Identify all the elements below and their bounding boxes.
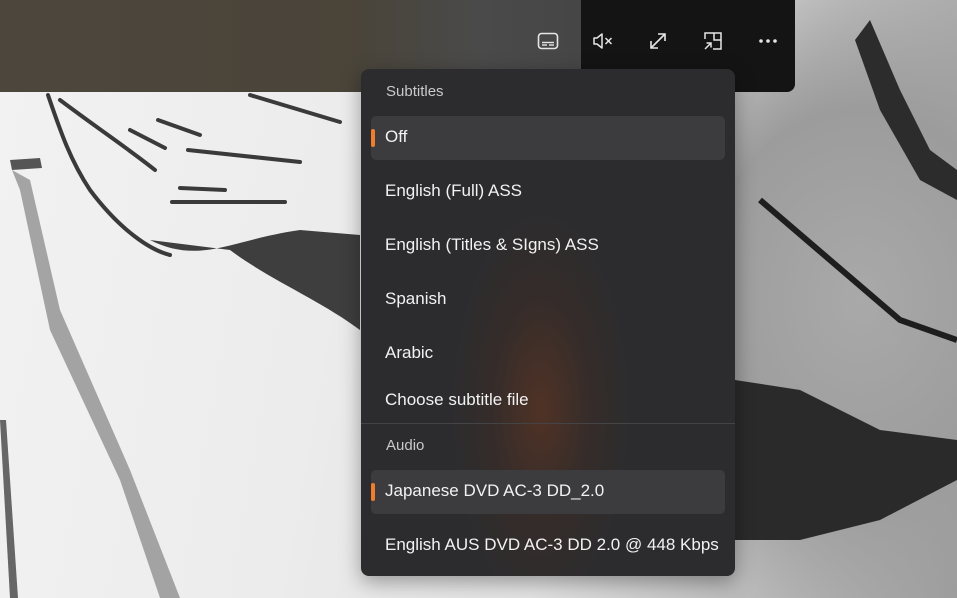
choose-subtitle-file-button[interactable]: Choose subtitle file: [371, 379, 725, 423]
mute-button[interactable]: [584, 22, 622, 60]
fullscreen-button[interactable]: [639, 22, 677, 60]
menu-item-label: Arabic: [385, 343, 434, 362]
audio-option-japanese[interactable]: Japanese DVD AC-3 DD_2.0: [371, 470, 725, 514]
subtitles-audio-menu: Subtitles Off English (Full) ASS English…: [361, 69, 735, 576]
subtitle-option-english-full[interactable]: English (Full) ASS: [371, 170, 725, 214]
audio-section-header: Audio: [386, 437, 425, 454]
audio-option-english-aus[interactable]: English AUS DVD AC-3 DD 2.0 @ 448 Kbps: [371, 524, 725, 568]
more-options-button[interactable]: [749, 22, 787, 60]
menu-item-label: Japanese DVD AC-3 DD_2.0: [385, 481, 605, 500]
compact-overlay-icon: [704, 32, 722, 50]
menu-item-label: English (Titles & SIgns) ASS: [385, 235, 599, 254]
menu-item-label: English (Full) ASS: [385, 181, 522, 200]
subtitles-section-header: Subtitles: [386, 83, 444, 100]
selected-indicator: [371, 483, 375, 501]
miniplayer-button[interactable]: [694, 22, 732, 60]
subtitle-option-off[interactable]: Off: [371, 116, 725, 160]
subtitle-option-spanish[interactable]: Spanish: [371, 278, 725, 322]
speaker-muted-icon: [593, 33, 613, 49]
menu-item-label: Choose subtitle file: [385, 390, 529, 409]
subtitle-option-english-signs[interactable]: English (Titles & SIgns) ASS: [371, 224, 725, 268]
subtitle-option-arabic[interactable]: Arabic: [371, 332, 725, 376]
selected-indicator: [371, 129, 375, 147]
closed-captions-icon: [537, 32, 559, 50]
menu-item-label: English AUS DVD AC-3 DD 2.0 @ 448 Kbps: [385, 535, 719, 554]
expand-icon: [650, 33, 666, 49]
menu-item-label: Off: [385, 127, 408, 146]
section-divider: [361, 423, 735, 424]
subtitles-button[interactable]: [529, 22, 567, 60]
more-dots-icon: [759, 39, 777, 43]
menu-item-label: Spanish: [385, 289, 447, 308]
